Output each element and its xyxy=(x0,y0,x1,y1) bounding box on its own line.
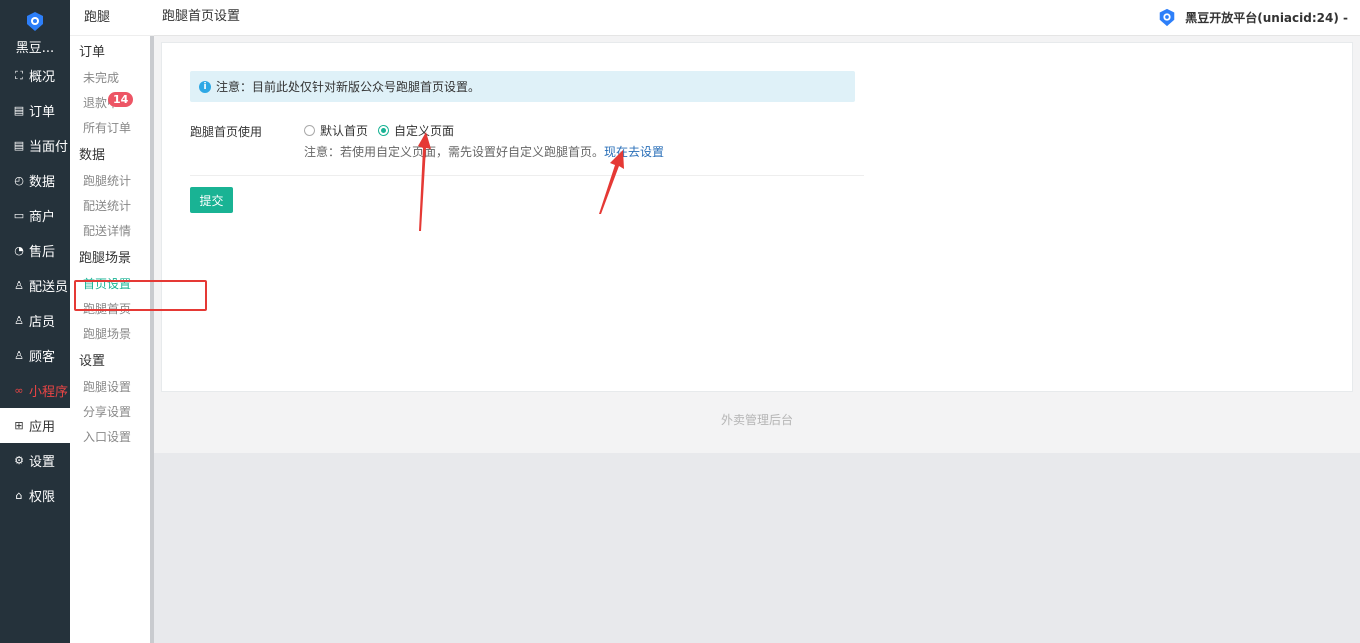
nav-label: 商户 xyxy=(29,210,56,225)
count-badge: 14 xyxy=(108,92,134,107)
sub-group-title: 订单 xyxy=(79,45,106,60)
info-icon: i xyxy=(199,80,211,93)
settings-panel: i 注意：目前此处仅针对新版公众号跑腿首页设置。 跑腿首页使用 默认首页 自定义… xyxy=(161,42,1353,392)
note-text: 注意：若使用自定义页面，需先设置好自定义跑腿首页。 xyxy=(304,145,605,159)
nav-item-settings[interactable]: ⚙ 设置 xyxy=(0,443,70,478)
nav-label: 当面付 xyxy=(29,140,69,155)
settings-icon: ⚙ xyxy=(14,453,24,467)
form-label: 跑腿首页使用 xyxy=(190,125,263,139)
nav-item-apps[interactable]: ⊞ 应用 xyxy=(0,408,70,443)
nav-label: 概况 xyxy=(29,70,56,85)
data-icon: ◴ xyxy=(14,173,24,187)
radio-label: 默认首页 xyxy=(320,124,369,138)
sub-sidebar: 跑腿 订单 未完成 退款中 14 所有订单 数据 跑腿统计 配送统计 配送详情 跑… xyxy=(70,0,154,643)
platform-account[interactable]: 黑豆开放平台(uniacid:24) - xyxy=(1157,0,1348,34)
nav-item-customer[interactable]: ♙ 顾客 xyxy=(0,338,70,373)
apps-icon: ⊞ xyxy=(14,418,24,432)
nav-item-shop[interactable]: ▭ 商户 xyxy=(0,198,70,233)
customer-icon: ♙ xyxy=(14,348,24,362)
nav-item-courier[interactable]: ♙ 配送员 xyxy=(0,268,70,303)
divider xyxy=(190,175,864,176)
nav-item-clerk[interactable]: ♙ 店员 xyxy=(0,303,70,338)
footer-text: 外卖管理后台 xyxy=(720,413,793,427)
sub-group-title: 设置 xyxy=(79,354,106,369)
sub-item-entry-settings[interactable]: 入口设置 xyxy=(70,425,154,450)
miniprogram-icon: ∞ xyxy=(14,383,24,397)
nav-item-orders[interactable]: ▤ 订单 xyxy=(0,93,70,128)
lock-icon: ⌂ xyxy=(15,488,23,502)
sub-item-refunding[interactable]: 退款中 14 xyxy=(70,91,154,116)
top-header: 跑腿首页设置 黑豆开放平台(uniacid:24) - xyxy=(154,0,1360,36)
sub-item-delivery-stats[interactable]: 配送统计 xyxy=(70,194,154,219)
nav-label: 小程序 xyxy=(29,385,69,400)
nav-item-permissions[interactable]: ⌂ 权限 xyxy=(0,478,70,513)
radio-circle[interactable] xyxy=(304,125,315,136)
nav-label: 配送员 xyxy=(29,280,69,295)
radio-label: 自定义页面 xyxy=(394,124,455,138)
clerk-icon: ♙ xyxy=(14,313,24,327)
nav-item-overview[interactable]: ⛶ 概况 xyxy=(0,58,70,93)
sub-item-errand-scene[interactable]: 跑腿场景 xyxy=(70,322,154,347)
nav-label: 订单 xyxy=(29,105,56,120)
nav-label: 设置 xyxy=(29,455,56,470)
nav-label: 权限 xyxy=(29,490,56,505)
courier-icon: ♙ xyxy=(14,278,24,292)
nav-label: 售后 xyxy=(29,245,56,260)
platform-name: 黑豆开放平台(uniacid:24) - xyxy=(1185,10,1348,25)
radio-custom-page[interactable]: 自定义页面 xyxy=(378,122,454,139)
homepage-radio-group: 默认首页 自定义页面 xyxy=(304,122,464,139)
sub-item-share-settings[interactable]: 分享设置 xyxy=(70,400,154,425)
alert-text: 注意：目前此处仅针对新版公众号跑腿首页设置。 xyxy=(216,80,481,94)
submit-button[interactable]: 提交 xyxy=(190,187,233,213)
go-setup-link[interactable]: 现在去设置 xyxy=(604,145,664,159)
nav-item-data[interactable]: ◴ 数据 xyxy=(0,163,70,198)
sub-item-delivery-detail[interactable]: 配送详情 xyxy=(70,219,154,244)
radio-circle[interactable] xyxy=(378,125,390,136)
shop-icon: ▭ xyxy=(13,208,25,222)
overview-icon: ⛶ xyxy=(15,68,23,82)
sub-item-unfinished[interactable]: 未完成 xyxy=(70,66,154,91)
aftersale-icon: ◔ xyxy=(14,243,24,257)
notice-alert: i 注意：目前此处仅针对新版公众号跑腿首页设置。 xyxy=(190,71,855,102)
nav-label: 应用 xyxy=(29,420,56,435)
form-note: 注意：若使用自定义页面，需先设置好自定义跑腿首页。现在去设置 xyxy=(304,143,664,160)
brand-name: 黑豆... xyxy=(15,41,55,56)
nav-label: 顾客 xyxy=(29,350,56,365)
nav-item-miniprogram[interactable]: ∞ 小程序 xyxy=(0,373,70,408)
brand-logo-icon xyxy=(27,12,43,31)
platform-logo-icon xyxy=(1159,8,1175,27)
order-icon: ▤ xyxy=(13,103,25,117)
brand[interactable]: 黑豆... xyxy=(0,0,70,58)
sub-item-errand-stats[interactable]: 跑腿统计 xyxy=(70,169,154,194)
nav-label: 店员 xyxy=(29,315,56,330)
sub-sidebar-title: 跑腿 xyxy=(70,0,154,36)
pay-icon: ▤ xyxy=(13,138,25,152)
sub-item-all-orders[interactable]: 所有订单 xyxy=(70,116,154,141)
nav-item-aftersale[interactable]: ◔ 售后 xyxy=(0,233,70,268)
nav-label: 数据 xyxy=(29,175,56,190)
sub-group-title: 跑腿场景 xyxy=(79,251,132,266)
radio-default-home[interactable]: 默认首页 xyxy=(304,122,368,139)
annotation-highlight-box xyxy=(74,280,207,311)
sub-item-errand-settings[interactable]: 跑腿设置 xyxy=(70,375,154,400)
sub-group-title: 数据 xyxy=(79,148,106,163)
page-title: 跑腿首页设置 xyxy=(162,9,241,24)
main-sidebar: 黑豆... ⛶ 概况 ▤ 订单 ▤ 当面付 ◴ 数据 ▭ 商户 ◔ 售后 ♙ 配送员 ♙ 店员 … xyxy=(0,0,70,643)
nav-item-pay[interactable]: ▤ 当面付 xyxy=(0,128,70,163)
